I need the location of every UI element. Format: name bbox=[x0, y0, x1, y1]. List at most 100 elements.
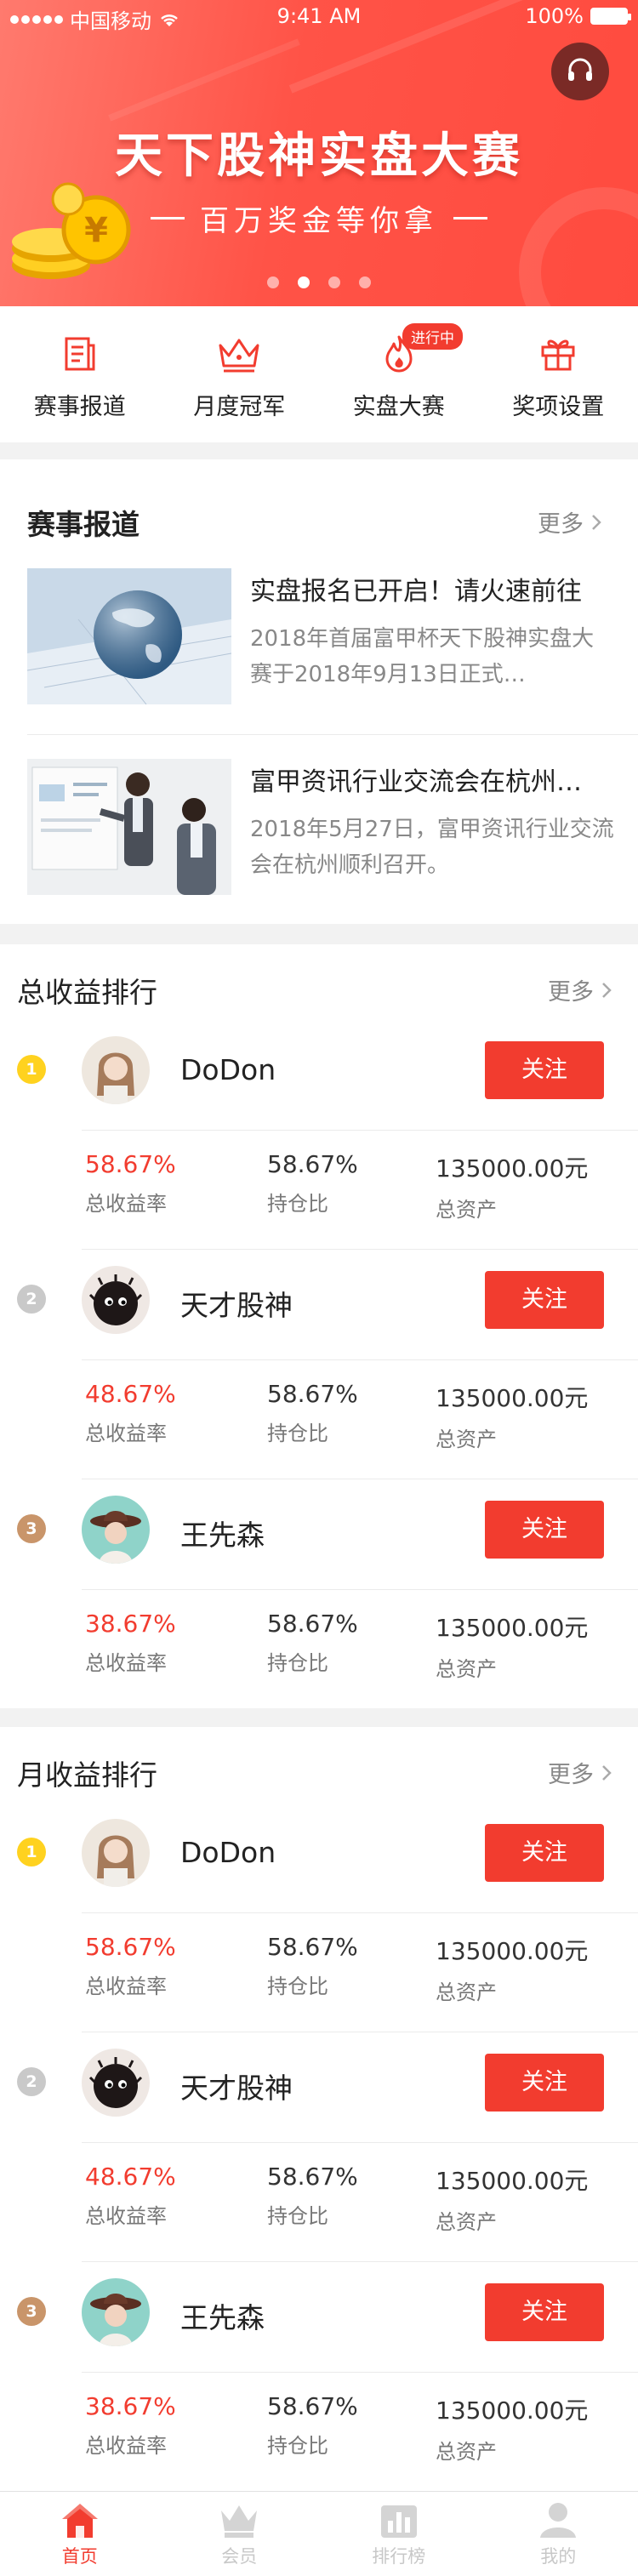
follow-button[interactable]: 关注 bbox=[485, 1271, 604, 1329]
tab-label: 我的 bbox=[540, 2546, 577, 2567]
stat-position: 58.67% 持仓比 bbox=[267, 2392, 358, 2459]
rank-row[interactable]: 1 DoDon 关注 58.67% 总收益率 58.67% 持仓比 135000… bbox=[0, 1752, 638, 2004]
assets-value: 135000.00元 bbox=[436, 1384, 589, 1412]
divider bbox=[151, 217, 185, 219]
divider bbox=[82, 1912, 638, 1913]
divider bbox=[27, 734, 638, 735]
rank-medal-silver: 2 bbox=[17, 1285, 46, 1314]
avatar[interactable] bbox=[82, 1266, 150, 1334]
position-value: 58.67% bbox=[267, 1150, 358, 1178]
rank-row[interactable]: 3 王先森 关注 38.67% 总收益率 58.67% 持仓比 135000.0… bbox=[0, 2212, 638, 2464]
rank-row[interactable]: 2 天才股神 关注 48.67% 总收益率 58.67% 持仓比 135000.… bbox=[0, 1982, 638, 2234]
status-badge: 进行中 bbox=[402, 323, 463, 350]
crown-icon bbox=[221, 2505, 258, 2538]
trader-name: DoDon bbox=[180, 1836, 276, 1869]
tab-profile[interactable]: 我的 bbox=[479, 2492, 638, 2576]
news-thumbnail-meeting bbox=[27, 759, 231, 895]
rank-row[interactable]: 2 天才股神 关注 48.67% 总收益率 58.67% 持仓比 135000.… bbox=[0, 1200, 638, 1451]
carousel-dot[interactable] bbox=[328, 276, 340, 288]
avatar[interactable] bbox=[82, 1036, 150, 1104]
position-label: 持仓比 bbox=[267, 1651, 328, 1675]
news-item[interactable]: 实盘报名已开启！请火速前往 2018年首届富甲杯天下股神实盘大赛于2018年9月… bbox=[27, 568, 611, 713]
follow-button[interactable]: 关注 bbox=[485, 2054, 604, 2112]
svg-text:¥: ¥ bbox=[84, 211, 108, 250]
assets-value: 135000.00元 bbox=[436, 2167, 589, 2195]
quick-nav: 赛事报道 月度冠军 进行中 实盘大赛 奖项设置 bbox=[0, 306, 638, 442]
carousel-dot[interactable] bbox=[359, 276, 371, 288]
divider bbox=[82, 2372, 638, 2373]
gold-coins-icon: ¥ bbox=[12, 182, 131, 279]
quicknav-item-monthly-champion[interactable]: 月度冠军 bbox=[160, 306, 320, 442]
section-title: 赛事报道 bbox=[27, 508, 140, 541]
yield-label: 总收益率 bbox=[85, 2434, 167, 2458]
rank-medal-bronze: 3 bbox=[17, 1514, 46, 1543]
user-icon bbox=[540, 2503, 577, 2538]
news-description: 2018年5月27日，富甲资讯行业交流会在杭州顺利召开。 bbox=[250, 817, 614, 878]
newspaper-icon bbox=[65, 337, 95, 371]
headset-icon bbox=[568, 58, 592, 81]
assets-label: 总资产 bbox=[436, 1657, 497, 1681]
banner-carousel[interactable]: 中国移动 9:41 AM 100% ¥ 天下股神实盘大赛 百万奖金等你拿 bbox=[0, 0, 638, 306]
avatar[interactable] bbox=[82, 2049, 150, 2117]
yield-value: 48.67% bbox=[85, 2163, 176, 2191]
gift-icon bbox=[541, 339, 575, 371]
carousel-dot[interactable] bbox=[267, 276, 279, 288]
quicknav-label: 实盘大赛 bbox=[352, 394, 445, 420]
quicknav-item-live-contest[interactable]: 进行中 实盘大赛 bbox=[319, 306, 479, 442]
tab-label: 排行榜 bbox=[372, 2546, 426, 2567]
yield-label: 总收益率 bbox=[85, 1651, 167, 1675]
position-value: 58.67% bbox=[267, 2392, 358, 2420]
rank-medal-silver: 2 bbox=[17, 2067, 46, 2096]
follow-button[interactable]: 关注 bbox=[485, 2283, 604, 2341]
banner-title: 天下股神实盘大赛 bbox=[115, 128, 523, 184]
stat-assets: 135000.00元 总资产 bbox=[436, 2392, 588, 2465]
follow-button[interactable]: 关注 bbox=[485, 1501, 604, 1559]
follow-button[interactable]: 关注 bbox=[485, 1824, 604, 1882]
trader-name: 天才股神 bbox=[180, 1289, 293, 1322]
trader-name: 王先森 bbox=[180, 2301, 265, 2334]
trader-name: 天才股神 bbox=[180, 2072, 293, 2105]
position-label: 持仓比 bbox=[267, 2434, 328, 2458]
follow-button[interactable]: 关注 bbox=[485, 1041, 604, 1099]
status-bar: 中国移动 9:41 AM 100% bbox=[0, 0, 638, 34]
news-description: 2018年首届富甲杯天下股神实盘大赛于2018年9月13日正式… bbox=[250, 626, 595, 687]
news-section: 赛事报道 更多 实盘报名已开启！请火速前往 2018年首届富甲杯天下股神实盘大赛… bbox=[0, 459, 638, 924]
position-value: 58.67% bbox=[267, 1380, 358, 1408]
avatar[interactable] bbox=[82, 2278, 150, 2346]
quicknav-item-reports[interactable]: 赛事报道 bbox=[0, 306, 160, 442]
avatar[interactable] bbox=[82, 1819, 150, 1887]
rank-row[interactable]: 1 DoDon 关注 58.67% 总收益率 58.67% 持仓比 135000… bbox=[0, 970, 638, 1222]
divider bbox=[82, 1589, 638, 1590]
avatar[interactable] bbox=[82, 1496, 150, 1564]
news-thumbnail-globe bbox=[27, 568, 231, 704]
yield-value: 38.67% bbox=[85, 1610, 176, 1638]
tab-home[interactable]: 首页 bbox=[0, 2492, 160, 2576]
divider bbox=[82, 1359, 638, 1360]
rank-row[interactable]: 3 王先森 关注 38.67% 总收益率 58.67% 持仓比 135000.0… bbox=[0, 1429, 638, 1681]
carousel-indicator bbox=[0, 276, 638, 288]
tab-membership[interactable]: 会员 bbox=[160, 2492, 320, 2576]
rank-medal-gold: 1 bbox=[17, 1838, 46, 1866]
yield-value: 58.67% bbox=[85, 1933, 176, 1961]
stat-position: 58.67% 持仓比 bbox=[267, 1610, 358, 1676]
trader-name: 王先森 bbox=[180, 1519, 265, 1552]
news-item[interactable]: 富甲资讯行业交流会在杭州… 2018年5月27日，富甲资讯行业交流会在杭州顺利召… bbox=[27, 759, 614, 903]
quicknav-label: 奖项设置 bbox=[512, 394, 605, 420]
news-more-link[interactable]: 更多 bbox=[538, 505, 602, 539]
yield-value: 38.67% bbox=[85, 2392, 176, 2420]
more-label: 更多 bbox=[538, 511, 584, 538]
battery-percent: 100% bbox=[525, 4, 584, 28]
tab-label: 首页 bbox=[61, 2546, 98, 2567]
stat-assets: 135000.00元 总资产 bbox=[436, 1610, 588, 1682]
trader-name: DoDon bbox=[180, 1053, 276, 1086]
tab-leaderboard[interactable]: 排行榜 bbox=[319, 2492, 479, 2576]
quicknav-item-awards[interactable]: 奖项设置 bbox=[479, 306, 638, 442]
yield-value: 48.67% bbox=[85, 1380, 176, 1408]
carousel-dot-active[interactable] bbox=[298, 276, 310, 288]
battery-icon bbox=[590, 8, 631, 25]
divider bbox=[82, 1130, 638, 1131]
customer-service-button[interactable] bbox=[551, 43, 609, 100]
stat-yield: 38.67% 总收益率 bbox=[85, 2392, 176, 2459]
quicknav-label: 赛事报道 bbox=[33, 394, 126, 420]
home-icon bbox=[61, 2504, 98, 2538]
